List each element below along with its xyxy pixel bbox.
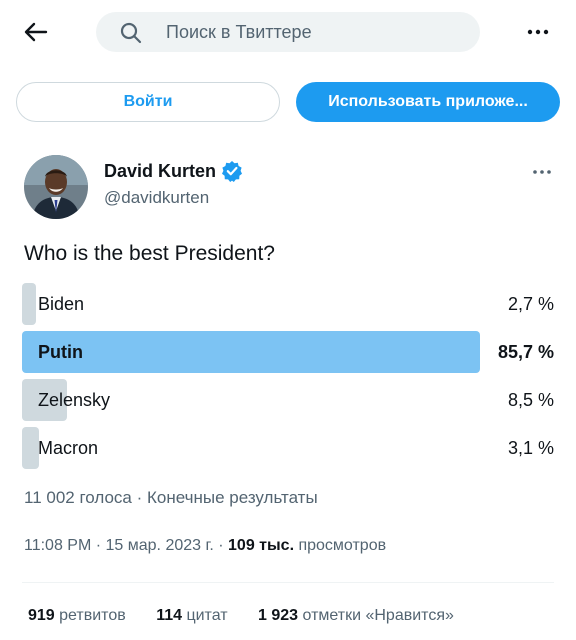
more-horizontal-icon	[527, 29, 549, 35]
poll-option: Putin 85,7 %	[22, 331, 556, 373]
author-name[interactable]: David Kurten	[104, 161, 216, 182]
poll-option-percent: 2,7 %	[507, 294, 554, 314]
tweet-meta: 11:08 PM · 15 мар. 2023 г. · 109 тыс. пр…	[24, 537, 386, 555]
poll-status: Конечные результаты	[147, 488, 318, 507]
poll-option: Zelensky 8,5 %	[22, 379, 556, 421]
poll-bar	[22, 331, 480, 373]
quotes-stat[interactable]: 114 цитат	[156, 607, 227, 625]
views-count: 109 тыс.	[228, 537, 295, 554]
retweets-label: ретвитов	[54, 607, 126, 624]
tweet-more-button[interactable]	[528, 162, 556, 182]
poll-option: Macron 3,1 %	[22, 427, 556, 469]
poll-bar	[22, 283, 36, 325]
tweet-stats: 919 ретвитов 114 цитат 1 923 отметки «Нр…	[28, 607, 480, 625]
separator: ·	[131, 488, 147, 507]
back-button[interactable]	[20, 18, 52, 46]
poll-option-label: Biden	[38, 294, 85, 314]
use-app-button[interactable]: Использовать приложе...	[296, 82, 560, 122]
quotes-count: 114	[156, 607, 182, 624]
quotes-label: цитат	[182, 607, 228, 624]
poll-bar	[22, 427, 39, 469]
search-input[interactable]	[166, 12, 466, 52]
separator: ·	[91, 537, 106, 554]
divider	[22, 582, 554, 583]
poll-option-percent: 8,5 %	[507, 390, 554, 410]
arrow-left-icon	[24, 22, 48, 42]
author-name-row: David Kurten	[104, 160, 243, 182]
search-box[interactable]	[96, 12, 480, 52]
poll-option: Biden 2,7 %	[22, 283, 556, 325]
poll-option-label: Macron	[38, 438, 99, 458]
poll-summary: 11 002 голоса · Конечные результаты	[24, 488, 318, 508]
likes-label: отметки «Нравится»	[298, 607, 454, 624]
likes-stat[interactable]: 1 923 отметки «Нравится»	[258, 607, 454, 625]
login-button[interactable]: Войти	[16, 82, 280, 122]
user-avatar-image	[24, 155, 88, 219]
poll-option-label: Zelensky	[38, 390, 111, 410]
tweet-time[interactable]: 11:08 PM	[24, 537, 91, 554]
avatar[interactable]	[24, 155, 88, 219]
tweet-date[interactable]: 15 мар. 2023 г.	[106, 537, 214, 554]
poll-option-label: Putin	[38, 342, 83, 362]
verified-badge-icon	[222, 161, 243, 182]
separator: ·	[213, 537, 229, 554]
retweets-stat[interactable]: 919 ретвитов	[28, 607, 126, 625]
more-horizontal-icon	[533, 170, 551, 174]
retweets-count: 919	[28, 607, 55, 624]
views-label: просмотров	[294, 537, 387, 554]
top-bar	[0, 0, 576, 64]
search-icon	[120, 22, 142, 44]
author-handle[interactable]: @davidkurten	[104, 188, 209, 208]
likes-count: 1 923	[258, 607, 299, 624]
poll-votes: 11 002 голоса	[24, 488, 132, 507]
more-options-button[interactable]	[522, 18, 554, 46]
tweet-text: Who is the best President?	[24, 242, 275, 265]
poll-option-percent: 85,7 %	[497, 342, 554, 362]
poll-option-percent: 3,1 %	[507, 438, 554, 458]
